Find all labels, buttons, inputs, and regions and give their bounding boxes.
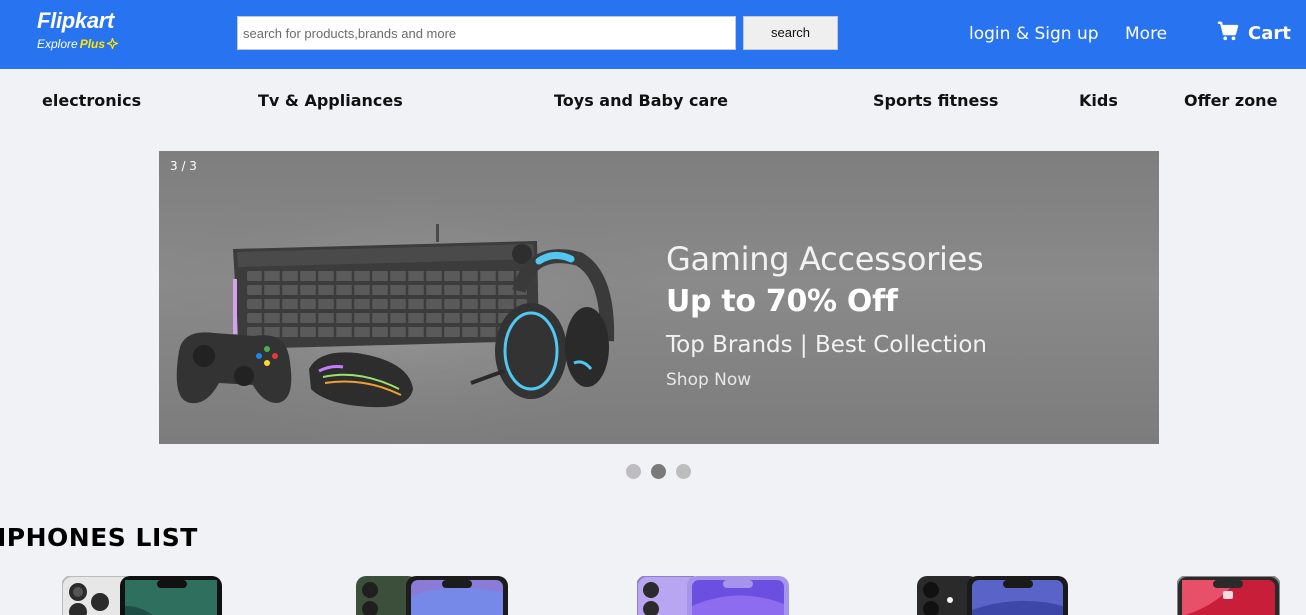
plus-star-icon xyxy=(105,34,120,53)
slide-counter: 3 / 3 xyxy=(170,159,197,173)
nav-sports-fitness[interactable]: Sports fitness xyxy=(873,90,998,112)
cart-button[interactable]: Cart xyxy=(1217,20,1291,46)
banner-shop-now-link[interactable]: Shop Now xyxy=(666,368,751,392)
iphone-image-4 xyxy=(917,576,1068,615)
more-menu[interactable]: More xyxy=(1125,23,1167,45)
iphone-image-5 xyxy=(1177,576,1280,615)
nav-offer-zone[interactable]: Offer zone xyxy=(1184,90,1277,112)
search-button[interactable]: search xyxy=(743,16,838,50)
logo-brand-text: Flipkart xyxy=(37,8,115,33)
promo-banner[interactable]: 3 / 3 Gaming Accessories Up to 70% Off T… xyxy=(159,151,1159,444)
carousel-dot-2[interactable] xyxy=(651,464,666,479)
iphone-card-5[interactable] xyxy=(1177,576,1280,615)
iphone-image-3 xyxy=(637,576,789,615)
top-header: Flipkart Explore Plus search login & Sig… xyxy=(0,0,1306,69)
flipkart-logo[interactable]: Flipkart Explore Plus xyxy=(37,8,120,53)
iphone-card-2[interactable] xyxy=(356,576,508,615)
iphone-card-4[interactable] xyxy=(917,576,1068,615)
carousel-dot-1[interactable] xyxy=(626,464,641,479)
cart-icon xyxy=(1217,20,1239,46)
nav-kids[interactable]: Kids xyxy=(1079,90,1118,112)
login-signup-link[interactable]: login & Sign up xyxy=(969,23,1099,45)
iphone-card-1[interactable] xyxy=(62,576,222,615)
iphone-card-3[interactable] xyxy=(637,576,789,615)
nav-electronics[interactable]: electronics xyxy=(42,90,141,112)
logo-plus-text: Plus xyxy=(79,36,106,51)
search-input[interactable] xyxy=(237,16,736,50)
banner-title: Gaming Accessories xyxy=(666,240,984,278)
iphone-image-1 xyxy=(62,576,222,615)
cart-label: Cart xyxy=(1248,22,1291,44)
logo-explore-text: Explore xyxy=(37,36,78,51)
nav-toys-baby-care[interactable]: Toys and Baby care xyxy=(554,90,728,112)
banner-subtitle: Top Brands | Best Collection xyxy=(666,332,987,358)
banner-offer: Up to 70% Off xyxy=(666,284,898,319)
nav-tv-appliances[interactable]: Tv & Appliances xyxy=(258,90,403,112)
carousel-dot-3[interactable] xyxy=(676,464,691,479)
iphones-section-title: IPHONES LIST xyxy=(0,523,198,552)
logo-tagline: Explore Plus xyxy=(37,34,120,53)
iphone-image-2 xyxy=(356,576,508,615)
gaming-accessories-image xyxy=(159,171,669,444)
